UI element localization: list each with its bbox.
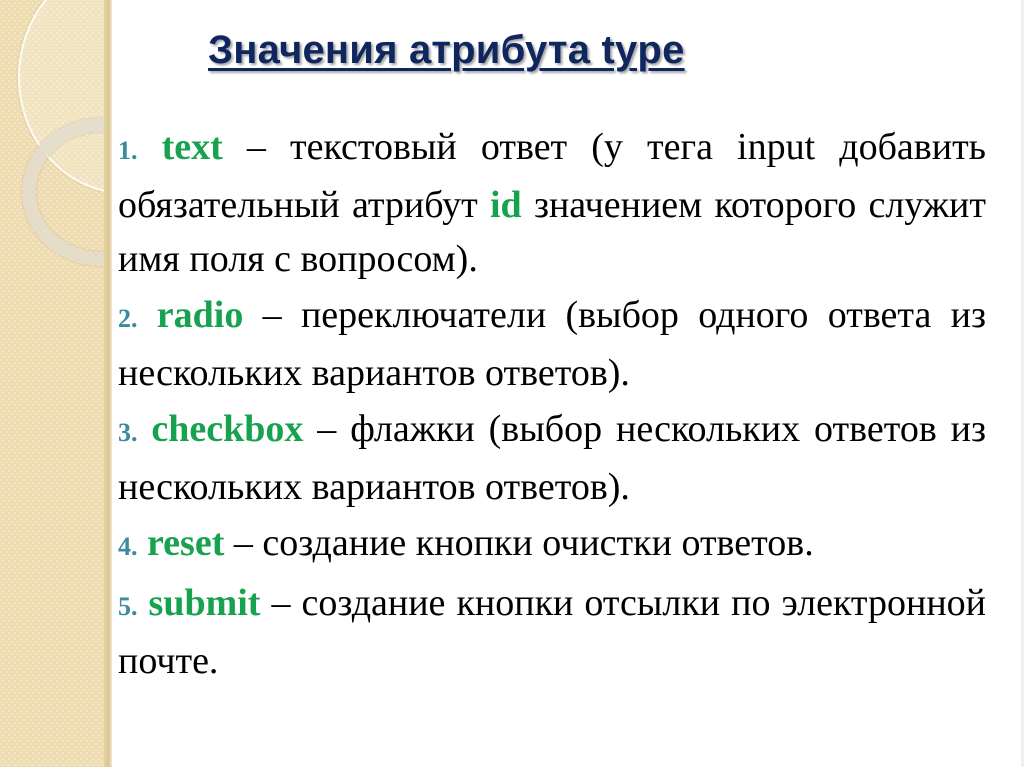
item-description: – переключатели (выбор одного ответа из … [118, 294, 986, 394]
list-item-submit: 5. submit – создание кнопки отсылки по э… [118, 576, 986, 688]
decorative-sidebar [0, 0, 104, 767]
inline-keyword-id: id [490, 184, 522, 226]
slide-title: Значения атрибута type [208, 28, 685, 72]
item-keyword: reset [147, 522, 225, 564]
list-item-text: 1. text – текстовый ответ (у тега input … [118, 120, 986, 286]
item-keyword: checkbox [151, 408, 304, 450]
item-number: 5. [118, 592, 138, 621]
item-description: – создание кнопки очистки ответов. [224, 522, 814, 564]
sidebar-edge [104, 0, 112, 767]
slide-content: 1. text – текстовый ответ (у тега input … [118, 120, 986, 690]
item-number: 4. [118, 532, 138, 561]
item-number: 3. [118, 418, 138, 447]
list-item-checkbox: 3. checkbox – флажки (выбор нескольких о… [118, 402, 986, 514]
list-item-reset: 4. reset – создание кнопки очистки ответ… [118, 516, 986, 574]
item-number: 1. [118, 136, 138, 165]
list-item-radio: 2. radio – переключатели (выбор одного о… [118, 288, 986, 400]
item-keyword: submit [148, 582, 261, 624]
item-keyword: radio [156, 294, 244, 336]
item-number: 2. [118, 304, 138, 333]
item-keyword: text [161, 126, 223, 168]
